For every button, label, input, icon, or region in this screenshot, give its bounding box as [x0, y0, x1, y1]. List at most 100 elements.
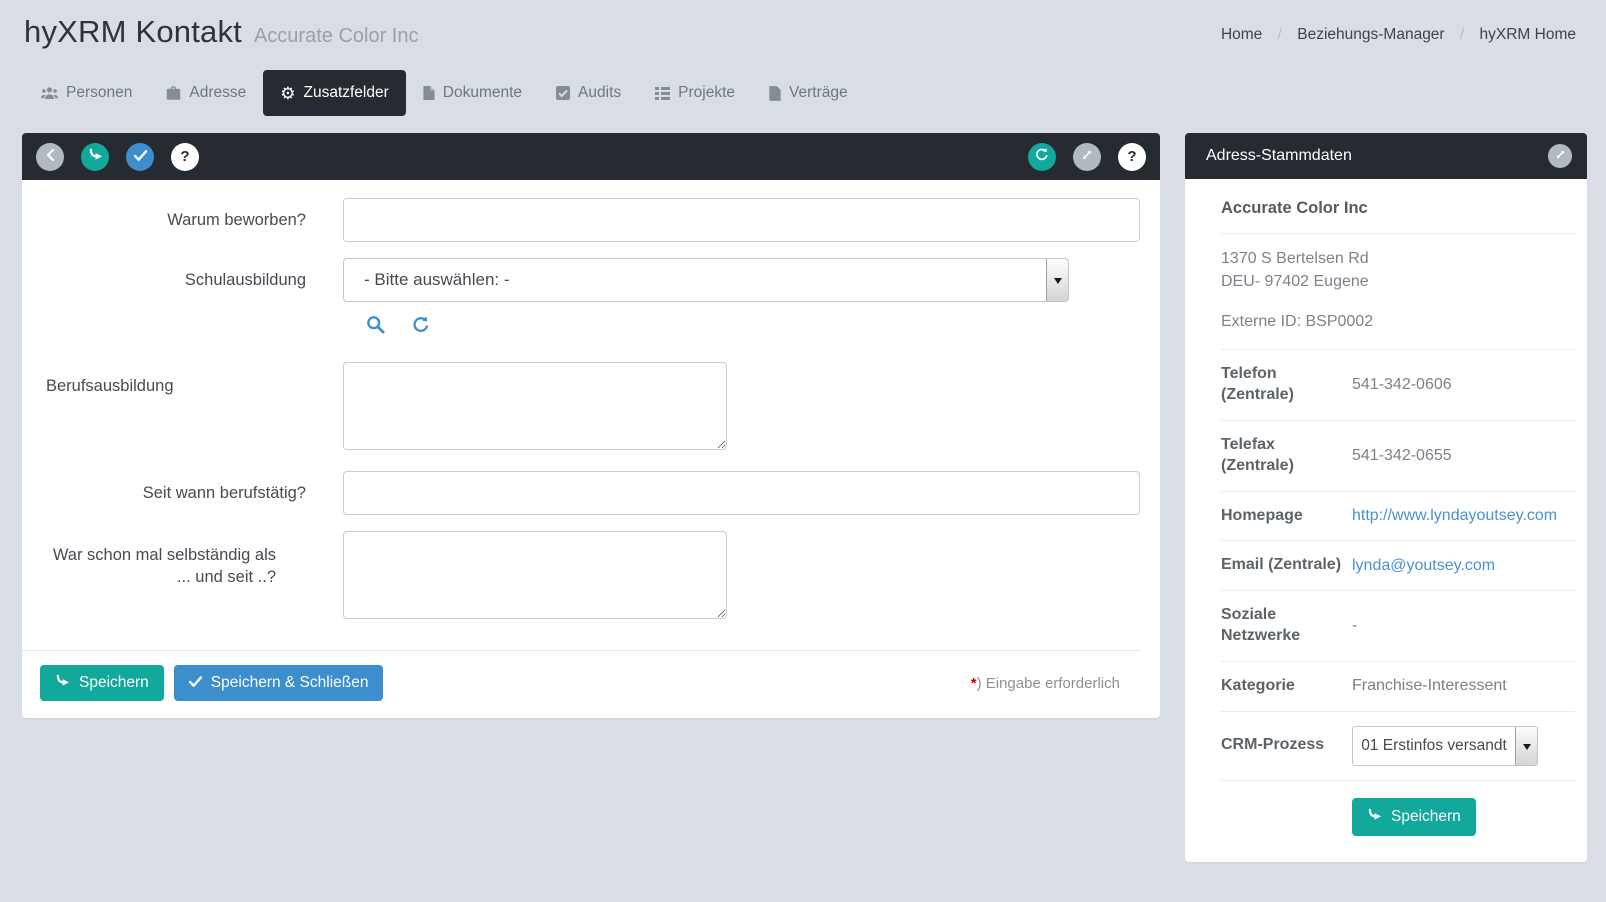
breadcrumb-hyxrm-home[interactable]: hyXRM Home	[1480, 26, 1576, 43]
save-button[interactable]	[81, 143, 109, 171]
help-button[interactable]: ?	[171, 143, 199, 171]
briefcase-icon	[166, 86, 181, 100]
row-value: Franchise-Interessent	[1352, 677, 1575, 695]
refresh-icon	[412, 315, 430, 333]
email-link[interactable]: lynda@youtsey.com	[1352, 557, 1495, 574]
table-row-homepage: Homepage http://www.lyndayoutsey.com	[1221, 491, 1575, 541]
expand-icon	[1081, 148, 1093, 166]
speichern-schliessen-button[interactable]: Speichern & Schließen	[174, 665, 384, 701]
row-value: -	[1352, 617, 1575, 635]
chevron-left-icon	[46, 148, 54, 166]
check-icon	[134, 148, 147, 166]
row-label: Homepage	[1221, 506, 1352, 527]
tab-zusatzfelder[interactable]: ⚙ Zusatzfelder	[263, 70, 406, 116]
users-icon	[41, 86, 58, 100]
page-header: hyXRM Kontakt Accurate Color Inc Home / …	[0, 0, 1606, 50]
selbstaendig-textarea[interactable]	[343, 531, 727, 619]
table-row-kategorie: Kategorie Franchise-Interessent	[1221, 661, 1575, 711]
search-icon	[366, 315, 385, 334]
select-dropdown-button[interactable]	[1515, 727, 1537, 765]
form-row-warum-beworben: Warum beworben?	[22, 198, 1140, 242]
sidebar-header: Adress-Stammdaten	[1185, 133, 1587, 179]
speichern-button[interactable]: Speichern	[40, 665, 164, 701]
field-label: Berufsausbildung	[22, 362, 306, 455]
row-label: Telefon (Zentrale)	[1221, 364, 1352, 406]
gear-icon: ⚙	[280, 85, 295, 102]
breadcrumb-separator: /	[1460, 26, 1464, 43]
tab-label: Verträge	[789, 84, 848, 102]
company-name: Accurate Color Inc	[1221, 179, 1575, 233]
help-button[interactable]: ?	[1118, 143, 1146, 171]
address-line-1: 1370 S Bertelsen Rd	[1221, 248, 1575, 271]
save-arrow-icon	[88, 148, 103, 166]
tab-label: Dokumente	[443, 84, 522, 102]
sidebar-save-row: Speichern	[1221, 780, 1575, 836]
back-button[interactable]	[36, 143, 64, 171]
file-text-icon	[769, 86, 781, 101]
page-subtitle: Accurate Color Inc	[254, 25, 419, 48]
expand-button[interactable]	[1073, 143, 1101, 171]
crm-prozess-select[interactable]: 01 Erstinfos versandt	[1352, 726, 1538, 766]
homepage-link[interactable]: http://www.lyndayoutsey.com	[1352, 507, 1557, 524]
schulausbildung-select[interactable]: - Bitte auswählen: -	[343, 258, 1069, 302]
tab-projekte[interactable]: Projekte	[638, 70, 752, 116]
page-title: hyXRM Kontakt	[24, 14, 242, 50]
select-dropdown-button[interactable]	[1046, 259, 1068, 301]
save-close-button[interactable]	[126, 143, 154, 171]
select-value: 01 Erstinfos versandt	[1353, 727, 1515, 765]
breadcrumb: Home / Beziehungs-Manager / hyXRM Home	[1221, 26, 1576, 44]
select-value: - Bitte auswählen: -	[344, 259, 1046, 301]
company-address: 1370 S Bertelsen Rd DEU- 97402 Eugene	[1221, 234, 1575, 293]
tab-adresse[interactable]: Adresse	[149, 70, 263, 116]
breadcrumb-home[interactable]: Home	[1221, 26, 1262, 43]
table-row-soziale-netzwerke: Soziale Netzwerke -	[1221, 590, 1575, 661]
content-area: ? ? Warum beworben?	[22, 133, 1587, 862]
refresh-button[interactable]	[1028, 143, 1056, 171]
tab-label: Projekte	[678, 84, 735, 102]
row-value: 541-342-0655	[1352, 447, 1575, 465]
save-arrow-icon	[55, 674, 70, 692]
check-square-icon	[556, 86, 570, 100]
table-row-telefax: Telefax (Zentrale) 541-342-0655	[1221, 420, 1575, 491]
tab-bar: Personen Adresse ⚙ Zusatzfelder Dokument…	[24, 70, 1606, 116]
form-row-schulausbildung: Schulausbildung - Bitte auswählen: -	[22, 258, 1140, 346]
sidebar-body: Accurate Color Inc 1370 S Bertelsen Rd D…	[1185, 179, 1587, 836]
question-icon: ?	[180, 148, 189, 165]
sidebar-speichern-button[interactable]: Speichern	[1352, 798, 1476, 836]
row-label: Soziale Netzwerke	[1221, 605, 1352, 647]
berufsausbildung-textarea[interactable]	[343, 362, 727, 450]
list-icon	[655, 87, 670, 100]
breadcrumb-separator: /	[1278, 26, 1282, 43]
tab-label: Adresse	[189, 84, 246, 102]
row-value: 541-342-0606	[1352, 376, 1575, 394]
zusatzfelder-form: Warum beworben? Schulausbildung - Bitte …	[22, 180, 1160, 718]
table-row-email: Email (Zentrale) lynda@youtsey.com	[1221, 540, 1575, 590]
table-row-crm-prozess: CRM-Prozess 01 Erstinfos versandt	[1221, 711, 1575, 780]
form-row-berufsausbildung: Berufsausbildung	[22, 362, 1140, 455]
button-label: Speichern	[79, 674, 149, 692]
warum-beworben-input[interactable]	[343, 198, 1140, 242]
button-label: Speichern	[1391, 808, 1461, 826]
tab-personen[interactable]: Personen	[24, 70, 149, 116]
search-button[interactable]	[366, 315, 385, 334]
check-icon	[189, 674, 202, 692]
tab-dokumente[interactable]: Dokumente	[406, 70, 539, 116]
tab-label: Audits	[578, 84, 621, 102]
seit-wann-berufstaetig-input[interactable]	[343, 471, 1140, 515]
tab-vertraege[interactable]: Verträge	[752, 70, 865, 116]
tab-audits[interactable]: Audits	[539, 70, 638, 116]
address-line-2: DEU- 97402 Eugene	[1221, 271, 1575, 294]
tab-label: Zusatzfelder	[303, 84, 388, 102]
sidebar-expand-button[interactable]	[1548, 144, 1572, 168]
form-row-selbstaendig: War schon mal selbständig als ... und se…	[22, 531, 1140, 624]
field-label: War schon mal selbständig als ... und se…	[22, 531, 306, 624]
field-label: Schulausbildung	[22, 258, 306, 346]
table-row-telefon: Telefon (Zentrale) 541-342-0606	[1221, 349, 1575, 420]
required-note: *) Eingabe erforderlich	[971, 675, 1120, 692]
row-label: Kategorie	[1221, 676, 1352, 697]
save-arrow-icon	[1367, 808, 1382, 826]
button-label: Speichern & Schließen	[211, 674, 369, 692]
reload-options-button[interactable]	[412, 315, 430, 333]
row-label: Email (Zentrale)	[1221, 555, 1352, 576]
breadcrumb-beziehungs-manager[interactable]: Beziehungs-Manager	[1297, 26, 1444, 43]
